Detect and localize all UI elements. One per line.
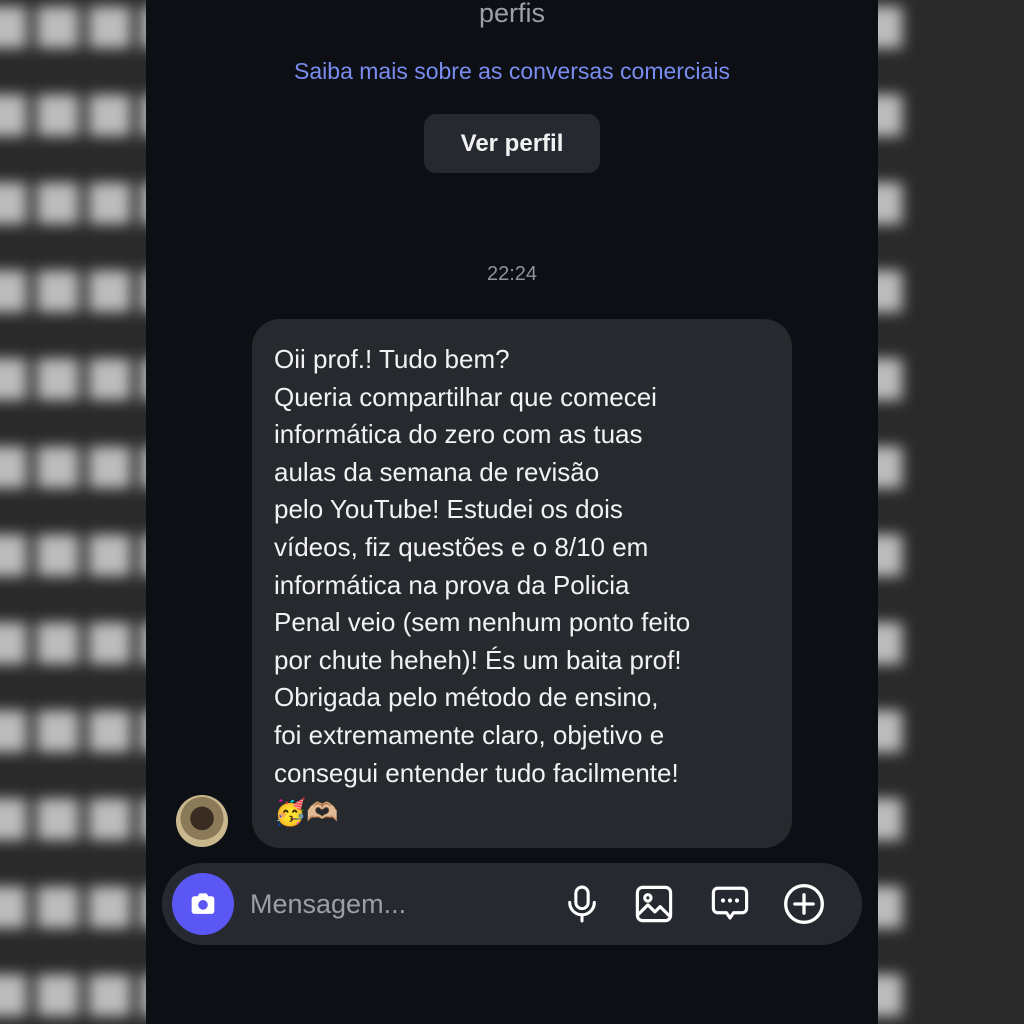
message-line: por chute heheh)! És um baita prof! (274, 644, 682, 675)
message-line: Queria compartilhar que comecei (274, 381, 657, 412)
message-line: Penal veio (sem nenhum ponto feito (274, 607, 691, 638)
message-line: vídeos, fiz questões e o 8/10 em (274, 531, 649, 562)
learn-more-link[interactable]: Saiba mais sobre as conversas comerciais (146, 58, 878, 85)
message-line: aulas da semana de revisão (274, 456, 600, 487)
sticker-chat-button[interactable] (708, 882, 752, 926)
blurred-backdrop-right: ■■■■■■■■■■■■■■■■■■■■■■■■■■■■■■■■■■■■■■■■… (878, 0, 1024, 1024)
message-line: consegui entender tudo facilmente! (274, 757, 679, 788)
message-bubble[interactable]: Oii prof.! Tudo bem? Queria compartilhar… (252, 319, 792, 848)
add-button[interactable] (782, 882, 826, 926)
message-line: foi extremamente claro, objetivo e (274, 719, 665, 750)
blurred-backdrop-text: ■■■■■■■■■■■■■■■■■■■■■■■■■■■■■■■■■■■■■■■■… (878, 0, 908, 1024)
blurred-backdrop-text: ■■■■■■■■■■■■■■■■■■■■■■■■■■■■■■■■■■■■■■■■… (0, 0, 146, 1024)
gallery-icon (635, 885, 673, 923)
message-timestamp: 22:24 (486, 263, 538, 285)
message-line: Oii prof.! Tudo bem? (274, 344, 510, 374)
message-line: pelo YouTube! Estudei os dois (274, 494, 623, 525)
microphone-button[interactable] (560, 882, 604, 926)
chat-screen: perfis Saiba mais sobre as conversas com… (146, 0, 878, 1024)
sender-avatar[interactable] (176, 795, 228, 847)
message-line: Obrigada pelo método de ensino, (274, 682, 659, 713)
gallery-button[interactable] (632, 882, 676, 926)
message-line: informática na prova da Policia (274, 569, 630, 600)
camera-button[interactable] (172, 873, 234, 935)
message-line: informática do zero com as tuas (274, 419, 643, 450)
blurred-backdrop-left: ■■■■■■■■■■■■■■■■■■■■■■■■■■■■■■■■■■■■■■■■… (0, 0, 146, 1024)
message-emojis: 🥳🫶🏼 (274, 797, 339, 828)
camera-icon (191, 893, 215, 914)
sticker-chat-icon (711, 886, 749, 920)
message-input[interactable] (250, 883, 550, 925)
profile-info-text: perfis (478, 0, 546, 28)
microphone-icon (568, 885, 596, 923)
view-profile-button[interactable]: Ver perfil (424, 114, 600, 173)
message-composer (162, 863, 862, 945)
add-icon (784, 884, 824, 924)
